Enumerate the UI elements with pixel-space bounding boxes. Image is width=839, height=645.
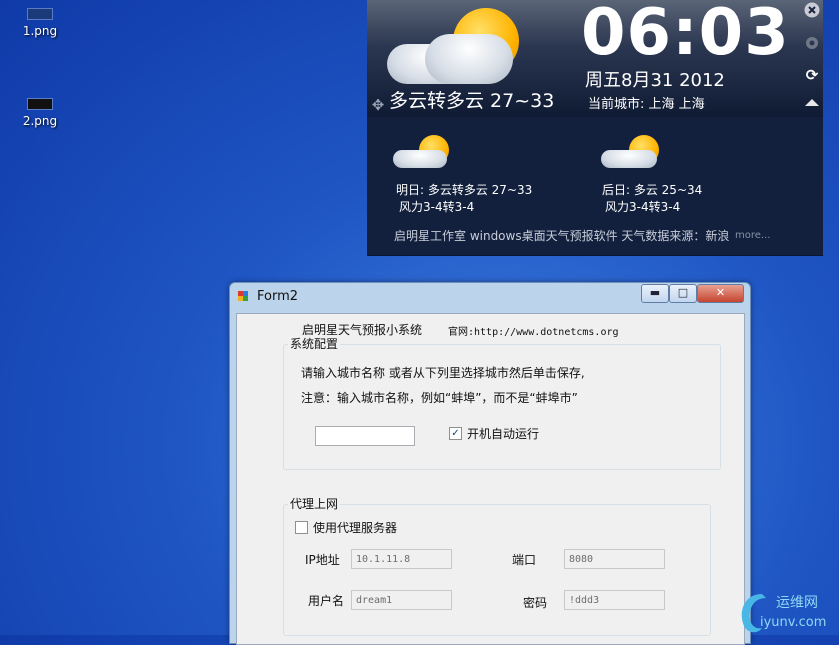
watermark-text: 运维网 — [776, 595, 818, 611]
system-config-title: 系统配置 — [288, 335, 341, 352]
ip-label: IP地址 — [305, 553, 340, 567]
desktop-icon-label: 1.png — [22, 24, 58, 38]
move-icon[interactable]: ✥ — [369, 96, 387, 114]
widget-footer: 启明星工作室 windows桌面天气预报软件 天气数据来源：新浪 — [394, 229, 730, 243]
tomorrow-forecast: 明日: 多云转多云 27~33 — [396, 183, 533, 197]
watermark: 运维网 iyunv.com — [734, 588, 839, 635]
proxy-group-title: 代理上网 — [288, 495, 341, 512]
maximize-button[interactable]: □ — [669, 284, 697, 303]
collapse-icon[interactable] — [803, 94, 821, 112]
desktop-icon-1png[interactable]: 1.png — [5, 8, 75, 38]
close-icon[interactable] — [803, 2, 821, 20]
current-city: 当前城市: 上海 上海 — [588, 97, 705, 112]
ip-field[interactable]: 10.1.11.8 — [351, 549, 452, 569]
refresh-icon[interactable]: ⟳ — [803, 66, 821, 84]
password-field[interactable]: !ddd3 — [564, 590, 665, 610]
watermark-sub: iyunv.com — [760, 615, 827, 630]
city-input[interactable] — [315, 426, 415, 446]
today-condition: 多云转多云 27~33 — [389, 90, 555, 112]
title-bar[interactable]: Form2 ▬ □ ✕ — [230, 283, 750, 309]
use-proxy-checkbox[interactable] — [295, 521, 308, 534]
day-after-forecast: 后日: 多云 25~34 — [602, 183, 703, 197]
more-link[interactable]: more... — [735, 230, 770, 241]
image-file-icon — [27, 98, 53, 110]
tomorrow-wind: 风力3-4转3-4 — [399, 200, 475, 214]
desktop-icon-label: 2.png — [22, 114, 58, 128]
window-title: Form2 — [257, 289, 299, 304]
current-date: 周五8月31 2012 — [585, 70, 725, 91]
port-label: 端口 — [512, 553, 537, 567]
username-field[interactable]: dream1 — [351, 590, 452, 610]
gear-icon[interactable] — [803, 35, 821, 53]
desktop-icon-2png[interactable]: 2.png — [5, 98, 75, 128]
image-file-icon — [27, 8, 53, 20]
system-config-group — [283, 344, 721, 470]
day-after-wind: 风力3-4转3-4 — [605, 200, 681, 214]
app-icon — [238, 291, 248, 301]
autostart-checkbox[interactable]: ✓ — [449, 427, 462, 440]
password-label: 密码 — [523, 596, 548, 610]
instruction-text: 请输入城市名称 或者从下列里选择城市然后单击保存, — [301, 366, 585, 380]
minimize-button[interactable]: ▬ — [641, 284, 669, 303]
use-proxy-label: 使用代理服务器 — [313, 521, 398, 535]
form2-window: Form2 ▬ □ ✕ 启明星天气预报小系统 官网:http://www.dot… — [229, 282, 751, 645]
port-field[interactable]: 8080 — [564, 549, 665, 569]
form-client-area: 启明星天气预报小系统 官网:http://www.dotnetcms.org 系… — [236, 313, 745, 645]
clock-time: 06:03 — [581, 0, 790, 70]
weather-widget: 多云转多云 27~33 06:03 周五8月31 2012 当前城市: 上海 上… — [367, 0, 823, 256]
close-button[interactable]: ✕ — [697, 284, 744, 303]
website-label: 官网:http://www.dotnetcms.org — [448, 327, 619, 338]
autostart-label: 开机自动运行 — [467, 427, 540, 441]
username-label: 用户名 — [308, 594, 345, 608]
note-text: 注意：输入城市名称，例如“蚌埠”，而不是“蚌埠市” — [301, 391, 578, 405]
